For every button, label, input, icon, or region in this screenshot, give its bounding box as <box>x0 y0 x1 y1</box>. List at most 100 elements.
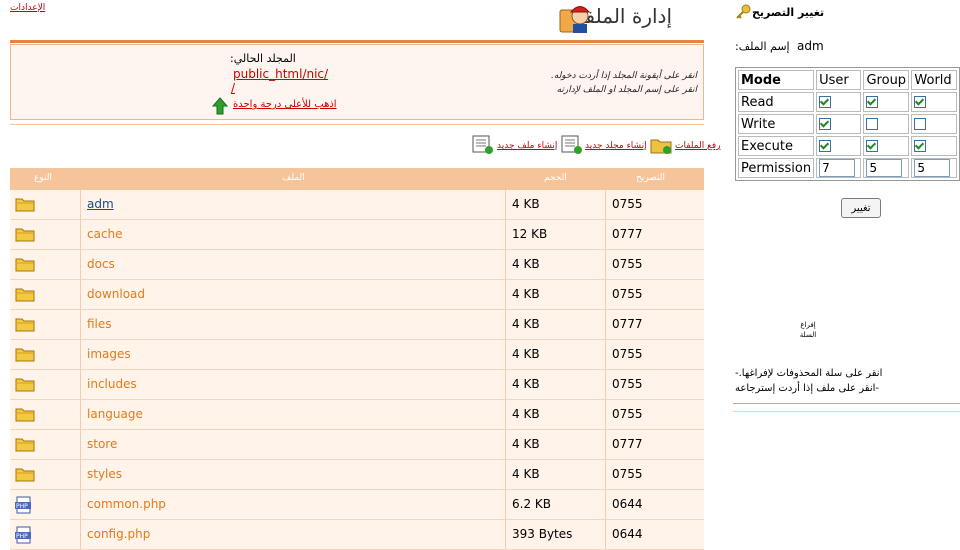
folder-icon[interactable] <box>15 196 35 215</box>
world-checkbox[interactable] <box>914 140 927 152</box>
upload-files-link[interactable]: رفع الملفات <box>675 141 721 151</box>
folder-instruction-1: انقر على أيقونة المجلد إذا أردت دخوله. <box>550 71 697 81</box>
cell-divider <box>80 400 81 429</box>
perm-user-input[interactable] <box>819 159 856 177</box>
table-row[interactable]: download 4 KB 0755 <box>10 280 704 310</box>
permission-row-label: Read <box>738 92 815 112</box>
folder-icon[interactable] <box>15 406 35 425</box>
file-name-link[interactable]: files <box>87 317 112 331</box>
file-permission: 0755 <box>612 467 643 481</box>
empty-basket-link[interactable]: إفراغ السلة <box>797 320 819 340</box>
file-name-link[interactable]: download <box>87 287 145 301</box>
change-button[interactable]: تغيير <box>841 198 881 218</box>
table-row[interactable]: includes 4 KB 0755 <box>10 370 704 400</box>
col-mode: Mode <box>738 70 815 90</box>
root-link[interactable]: / <box>231 81 235 95</box>
cell-divider <box>505 250 506 279</box>
new-folder-link[interactable]: إنشاء مجلد جديد <box>585 141 647 151</box>
folder-icon[interactable] <box>15 346 35 365</box>
header-file: الملف <box>282 173 305 183</box>
user-checkbox[interactable] <box>819 118 832 130</box>
group-checkbox[interactable] <box>866 140 879 152</box>
folder-instructions: انقر على أيقونة المجلد إذا أردت دخوله. ا… <box>537 69 697 97</box>
table-header: النوع الملف الحجم التصريح <box>10 168 704 190</box>
settings-link[interactable]: الإعدادات <box>10 3 45 13</box>
table-row[interactable]: docs 4 KB 0755 <box>10 250 704 280</box>
filename-value: adm <box>797 39 824 53</box>
file-size: 4 KB <box>512 257 540 271</box>
file-size: 12 KB <box>512 227 548 241</box>
folder-icon[interactable] <box>15 436 35 455</box>
upload-folder-icon[interactable] <box>650 136 672 154</box>
panel-divider <box>733 403 960 404</box>
empty-basket-line2: السلة <box>799 331 817 339</box>
file-size: 6.2 KB <box>512 497 551 511</box>
new-folder-icon[interactable] <box>561 135 583 155</box>
header-permission: التصريح <box>636 173 666 183</box>
info-divider <box>10 124 704 125</box>
basket-instruction-2: -انقر على ملف إذا أردت إسترجاعه <box>735 383 880 394</box>
file-name-link[interactable]: config.php <box>87 527 150 541</box>
user-checkbox[interactable] <box>819 96 832 108</box>
folder-icon[interactable] <box>15 376 35 395</box>
group-checkbox[interactable] <box>866 118 879 130</box>
perm-world-input[interactable] <box>914 159 951 177</box>
table-row[interactable]: files 4 KB 0777 <box>10 310 704 340</box>
file-name-link[interactable]: language <box>87 407 143 421</box>
table-row[interactable]: styles 4 KB 0755 <box>10 460 704 490</box>
table-row[interactable]: PHP common.php 6.2 KB 0644 <box>10 490 704 520</box>
svg-text:PHP: PHP <box>16 533 28 540</box>
new-file-icon[interactable] <box>472 135 494 155</box>
file-name-link[interactable]: images <box>87 347 131 361</box>
cell-divider <box>80 280 81 309</box>
file-size: 4 KB <box>512 377 540 391</box>
user-checkbox[interactable] <box>819 140 832 152</box>
table-row[interactable]: PHP config.php 393 Bytes 0644 <box>10 520 704 550</box>
folder-icon[interactable] <box>15 466 35 485</box>
table-row[interactable]: adm 4 KB 0755 <box>10 190 704 220</box>
cell-divider <box>605 490 606 519</box>
folder-icon[interactable] <box>15 316 35 335</box>
cell-divider <box>505 370 506 399</box>
current-path-link[interactable]: public_html/nic/ <box>233 67 328 81</box>
info-box: انقر على أيقونة المجلد إذا أردت دخوله. ا… <box>10 44 704 120</box>
file-permission: 0755 <box>612 347 643 361</box>
file-name-link[interactable]: styles <box>87 467 122 481</box>
folder-icon[interactable] <box>15 256 35 275</box>
perm-group-input[interactable] <box>866 159 903 177</box>
arrow-up-icon[interactable] <box>212 97 228 115</box>
file-size: 393 Bytes <box>512 527 573 541</box>
cell-divider <box>80 340 81 369</box>
permissions-table: Mode User Group World Read Write Execute P… <box>735 67 960 181</box>
group-checkbox[interactable] <box>866 96 879 108</box>
current-folder-label: المجلد الحالي: <box>230 52 296 65</box>
file-permission: 0644 <box>612 497 643 511</box>
cell-divider <box>80 460 81 489</box>
folder-icon[interactable] <box>15 226 35 245</box>
table-row[interactable]: language 4 KB 0755 <box>10 400 704 430</box>
col-world: World <box>911 70 957 90</box>
folder-icon[interactable] <box>15 286 35 305</box>
file-name-link[interactable]: includes <box>87 377 137 391</box>
file-name-link[interactable]: store <box>87 437 117 451</box>
file-size: 4 KB <box>512 437 540 451</box>
php-file-icon[interactable]: PHP <box>15 526 33 547</box>
cell-divider <box>505 340 506 369</box>
cell-divider <box>80 430 81 459</box>
file-name-link[interactable]: common.php <box>87 497 166 511</box>
world-checkbox[interactable] <box>914 96 927 108</box>
file-name-link[interactable]: adm <box>87 197 114 211</box>
table-row[interactable]: store 4 KB 0777 <box>10 430 704 460</box>
world-checkbox[interactable] <box>914 118 927 130</box>
file-permission: 0777 <box>612 227 643 241</box>
col-group: Group <box>863 70 910 90</box>
go-up-link[interactable]: اذهب للأعلى درجة واحدة <box>233 99 337 110</box>
new-file-link[interactable]: إنشاء ملف جديد <box>497 141 557 151</box>
cell-divider <box>605 430 606 459</box>
php-file-icon[interactable]: PHP <box>15 496 33 517</box>
file-name-link[interactable]: docs <box>87 257 115 271</box>
table-row[interactable]: images 4 KB 0755 <box>10 340 704 370</box>
file-name-link[interactable]: cache <box>87 227 123 241</box>
table-row[interactable]: cache 12 KB 0777 <box>10 220 704 250</box>
header-size: الحجم <box>544 173 567 183</box>
